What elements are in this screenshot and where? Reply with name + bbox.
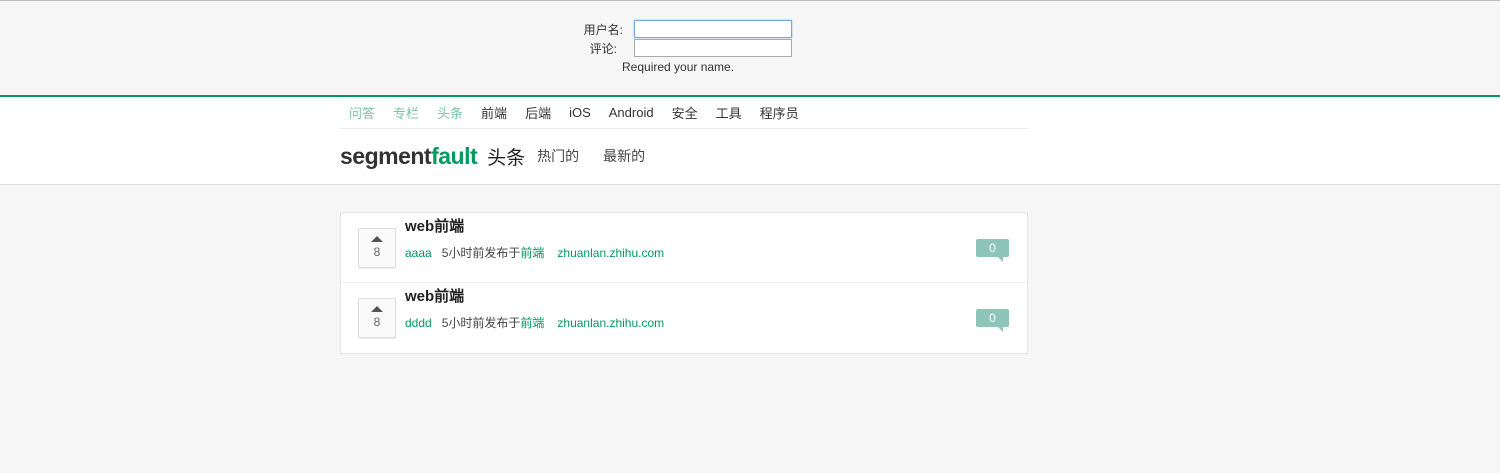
comment-count: 0: [989, 311, 996, 325]
news-list: 8 web前端 aaaa 5小时前发布于前端 zhuanlan.zhihu.com …: [340, 212, 1028, 354]
comment-count-badge[interactable]: 0: [976, 309, 1009, 332]
caret-up-icon: [371, 306, 383, 312]
author-link[interactable]: dddd: [405, 316, 432, 330]
item-title[interactable]: web前端: [405, 215, 464, 236]
comment-count: 0: [989, 241, 996, 255]
site-header: 问答 专栏 头条 前端 后端 iOS Android 安全 工具 程序员 seg…: [0, 95, 1500, 185]
caret-up-icon: [371, 236, 383, 242]
item-meta: aaaa 5小时前发布于前端 zhuanlan.zhihu.com: [405, 244, 664, 261]
site-logo[interactable]: segmentfault: [340, 142, 478, 170]
author-link[interactable]: aaaa: [405, 246, 432, 260]
publish-time: 5小时前发布于: [441, 316, 521, 330]
username-label: 用户名:: [583, 23, 623, 37]
tag-link[interactable]: 前端: [520, 246, 544, 260]
nav-item-frontend[interactable]: 前端: [481, 103, 507, 122]
comment-bubble-icon: [998, 257, 1003, 262]
top-nav: 问答 专栏 头条 前端 后端 iOS Android 安全 工具 程序员: [340, 97, 1028, 129]
tab-latest[interactable]: 最新的: [603, 146, 645, 166]
tab-hot[interactable]: 热门的: [537, 146, 579, 166]
nav-item-headlines[interactable]: 头条: [437, 103, 463, 122]
tag-link[interactable]: 前端: [520, 316, 544, 330]
publish-time: 5小时前发布于: [441, 246, 521, 260]
comment-count-badge[interactable]: 0: [976, 239, 1009, 262]
comment-form: 用户名: 评论: Required your name.: [0, 1, 1500, 95]
username-input[interactable]: [634, 20, 792, 38]
item-title[interactable]: web前端: [405, 285, 464, 306]
item-meta: dddd 5小时前发布于前端 zhuanlan.zhihu.com: [405, 314, 664, 331]
form-hint: Required your name.: [622, 60, 735, 74]
nav-item-tools[interactable]: 工具: [716, 103, 742, 122]
section-title: 头条: [487, 146, 526, 169]
nav-item-backend[interactable]: 后端: [525, 103, 551, 122]
logo-text-segment: segment: [340, 142, 432, 169]
nav-item-security[interactable]: 安全: [672, 103, 698, 122]
vote-button[interactable]: 8: [358, 228, 396, 268]
brand-row: segmentfault 头条 热门的 最新的: [340, 141, 645, 171]
comment-label: 评论:: [589, 42, 617, 56]
nav-item-programmer[interactable]: 程序员: [760, 103, 799, 122]
nav-item-ios[interactable]: iOS: [569, 105, 591, 120]
nav-item-android[interactable]: Android: [609, 105, 654, 120]
logo-text-fault: fault: [431, 142, 478, 169]
nav-item-qa[interactable]: 问答: [349, 103, 375, 122]
vote-count: 8: [373, 245, 381, 259]
vote-count: 8: [373, 315, 381, 329]
list-item: 8 web前端 dddd 5小时前发布于前端 zhuanlan.zhihu.com …: [341, 283, 1027, 353]
domain-link[interactable]: zhuanlan.zhihu.com: [557, 316, 664, 330]
nav-item-columns[interactable]: 专栏: [393, 103, 419, 122]
comment-bubble-icon: [998, 327, 1003, 332]
domain-link[interactable]: zhuanlan.zhihu.com: [557, 246, 664, 260]
vote-button[interactable]: 8: [358, 298, 396, 338]
list-item: 8 web前端 aaaa 5小时前发布于前端 zhuanlan.zhihu.com …: [341, 213, 1027, 283]
comment-input[interactable]: [634, 39, 792, 57]
